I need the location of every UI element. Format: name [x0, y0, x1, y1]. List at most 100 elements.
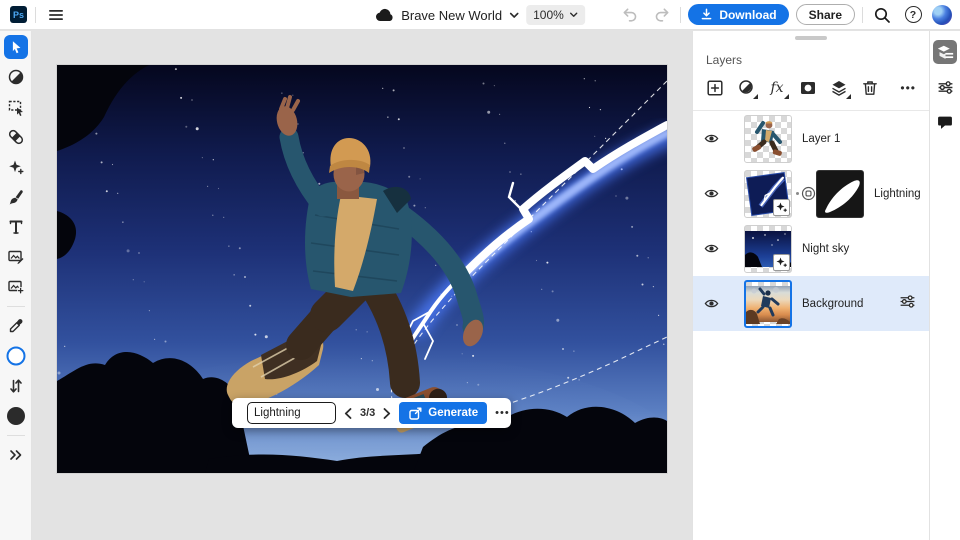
chevron-left-icon [344, 408, 352, 419]
divider [7, 306, 25, 307]
mask-link-dot [796, 192, 799, 195]
layer-stack-button[interactable] [829, 78, 849, 98]
visibility-eye-icon[interactable] [703, 186, 720, 201]
comments-panel-tab[interactable] [933, 110, 957, 134]
sparkle-icon [7, 158, 25, 176]
generate-image-icon [7, 278, 25, 296]
submenu-corner-icon [846, 94, 851, 99]
fx-icon: fx [770, 81, 783, 95]
tools-sidebar [0, 31, 32, 540]
document-canvas[interactable]: 3/3 Generate ••• [57, 65, 667, 473]
more-tools-button[interactable] [4, 443, 28, 467]
foreground-color-icon [5, 345, 27, 367]
undo-button[interactable] [618, 3, 642, 27]
search-button[interactable] [870, 3, 894, 27]
divider [35, 7, 36, 23]
undo-icon [621, 5, 640, 24]
panel-switcher-strip [929, 31, 960, 540]
hamburger-menu-button[interactable] [44, 3, 68, 27]
background-color-swatch[interactable] [4, 404, 28, 428]
comment-bubble-icon [937, 114, 953, 130]
download-icon [700, 8, 713, 21]
layers-panel-toolbar: fx •• [693, 67, 929, 111]
adjustment-circle-icon [7, 68, 25, 86]
layer-thumbnail[interactable] [744, 115, 792, 163]
sliders-icon [899, 293, 916, 310]
download-button[interactable]: Download [688, 4, 788, 25]
hamburger-icon [48, 8, 64, 22]
variation-counter: 3/3 [360, 407, 375, 419]
adjustment-layer-button[interactable] [736, 78, 756, 98]
type-tool[interactable] [4, 215, 28, 239]
trash-icon [861, 79, 879, 97]
layer-thumbnail[interactable] [744, 225, 792, 273]
visibility-eye-icon[interactable] [703, 241, 720, 256]
layer-name: Night sky [802, 243, 849, 255]
canvas-workspace: 3/3 Generate ••• [33, 31, 692, 540]
visibility-eye-icon[interactable] [703, 131, 720, 146]
visibility-eye-icon[interactable] [703, 296, 720, 311]
cloud-sync-icon [375, 8, 394, 22]
layer-thumbnail[interactable] [744, 170, 792, 218]
layers-more-options-button[interactable]: ••• [900, 81, 916, 95]
edit-image-tool[interactable] [4, 245, 28, 269]
chevron-down-icon[interactable] [509, 12, 519, 19]
generative-fill-tool[interactable] [4, 155, 28, 179]
layers-panel: Layers fx [692, 31, 929, 540]
brush-icon [7, 188, 25, 206]
eyedropper-tool[interactable] [4, 314, 28, 338]
next-variation-button[interactable] [383, 405, 391, 421]
help-button[interactable]: ? [901, 3, 925, 27]
previous-variation-button[interactable] [344, 405, 352, 421]
layer-mask-thumbnail[interactable] [816, 170, 864, 218]
type-T-icon [7, 218, 25, 236]
brush-tool[interactable] [4, 185, 28, 209]
submenu-corner-icon [784, 94, 789, 99]
prompt-input[interactable] [247, 402, 336, 424]
chevron-down-icon [569, 12, 578, 18]
layers-panel-tab[interactable] [933, 40, 957, 64]
layer-thumbnail-selected[interactable] [744, 280, 792, 328]
new-layer-button[interactable] [705, 78, 725, 98]
new-layer-icon [706, 79, 724, 97]
add-mask-button[interactable] [798, 78, 818, 98]
heal-patch-tool[interactable] [4, 125, 28, 149]
generate-image-tool[interactable] [4, 275, 28, 299]
edit-image-icon [7, 248, 25, 266]
layer-properties-button[interactable] [899, 293, 916, 315]
photoshop-web-app: Ps Brave New World 100% [0, 0, 960, 540]
zoom-value: 100% [533, 8, 564, 22]
delete-layer-button[interactable] [860, 78, 880, 98]
top-bar: Ps Brave New World 100% [0, 0, 960, 30]
panel-drag-handle[interactable] [795, 36, 827, 40]
redo-button[interactable] [649, 3, 673, 27]
layer-row-background[interactable]: Background [693, 276, 929, 331]
photoshop-logo[interactable]: Ps [10, 6, 27, 23]
layers-panel-icon [937, 44, 954, 61]
mask-link-icon[interactable] [801, 186, 816, 201]
divider [680, 7, 681, 23]
layer-effects-button[interactable]: fx [767, 78, 787, 98]
object-select-tool[interactable] [4, 95, 28, 119]
swap-colors-button[interactable] [4, 374, 28, 398]
prompt-more-options-button[interactable]: ••• [495, 407, 510, 419]
background-color-icon [5, 405, 27, 427]
chevron-right-icon [383, 408, 391, 419]
move-tool[interactable] [4, 35, 28, 59]
generate-button[interactable]: Generate [399, 402, 487, 424]
adjust-tool[interactable] [4, 65, 28, 89]
bandaid-icon [7, 128, 25, 146]
layer-row-night-sky[interactable]: Night sky [693, 221, 929, 276]
redo-icon [652, 5, 671, 24]
share-button[interactable]: Share [796, 4, 855, 25]
foreground-color-swatch[interactable] [4, 344, 28, 368]
user-avatar[interactable] [932, 5, 952, 25]
divider [862, 7, 863, 23]
layer-row-layer-1[interactable]: Layer 1 [693, 111, 929, 166]
submenu-corner-icon [753, 94, 758, 99]
generative-badge-icon [773, 199, 790, 216]
zoom-level-dropdown[interactable]: 100% [526, 5, 585, 25]
document-title[interactable]: Brave New World [401, 8, 502, 23]
layer-row-lightning[interactable]: Lightning [693, 166, 929, 221]
adjustments-panel-tab[interactable] [933, 75, 957, 99]
